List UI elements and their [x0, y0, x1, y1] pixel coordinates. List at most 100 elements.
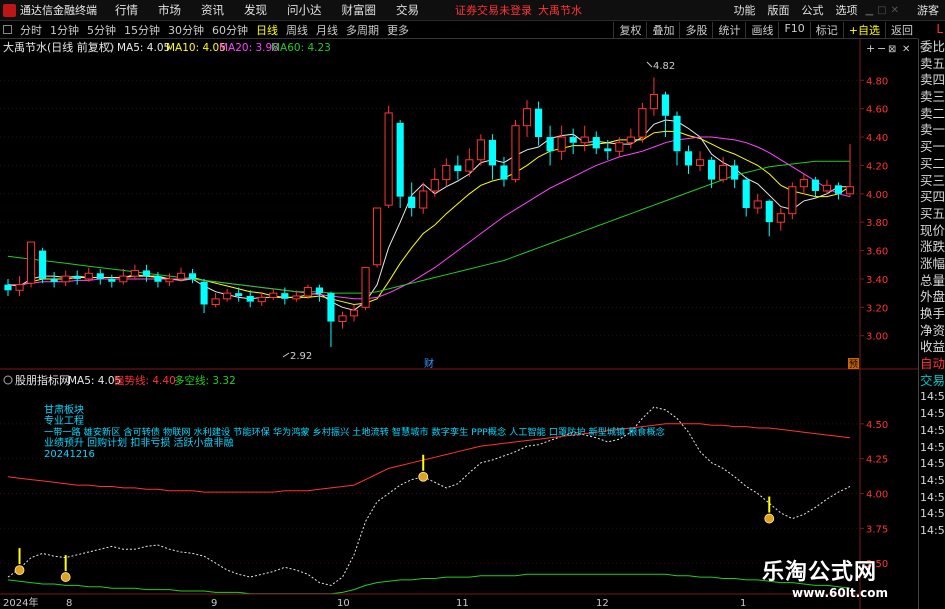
side-item-sell5[interactable]: 卖五 — [919, 56, 945, 73]
candle-body-down — [108, 278, 116, 282]
overlay-button[interactable]: 叠加 — [646, 21, 679, 38]
candle-body-down — [604, 148, 612, 152]
side-item-buy1[interactable]: 买一 — [919, 139, 945, 156]
side-item-turnover[interactable]: 换手 — [919, 306, 945, 323]
login-status: 证券交易未登录 — [455, 4, 532, 17]
candle — [580, 125, 589, 152]
side-item-net-asset[interactable]: 净资 — [919, 323, 945, 340]
side-item-volume[interactable]: 总量 — [919, 273, 945, 290]
candle — [246, 290, 254, 308]
L-indicator: L — [936, 22, 943, 36]
x-label-12: 12 — [596, 598, 609, 609]
draw-line-button[interactable]: 画线 — [745, 21, 778, 38]
tick-time: 14:56 — [920, 457, 945, 471]
financial-marker[interactable]: 财 — [424, 357, 434, 370]
sub-line-多空线 — [7, 573, 851, 595]
candle — [338, 311, 347, 329]
period-tab-daily[interactable]: 日线 — [252, 22, 282, 38]
period-tab-60min[interactable]: 60分钟 — [208, 22, 252, 38]
long-short-line-label: 多空线: 3.32 — [174, 374, 236, 387]
candle — [522, 100, 532, 138]
candle-body-down — [834, 185, 843, 194]
menu-discover[interactable]: 发现 — [234, 2, 277, 18]
x-label-10: 10 — [337, 598, 350, 609]
side-item-buy5[interactable]: 买五 — [919, 206, 945, 223]
period-tab-more[interactable]: 更多 — [383, 22, 413, 38]
side-item-price[interactable]: 现价 — [919, 223, 945, 240]
close-icon[interactable]: ✕ — [889, 5, 901, 16]
period-tab-monthly[interactable]: 月线 — [312, 22, 342, 38]
menu-formula[interactable]: 公式 — [795, 2, 829, 18]
period-tab-intraday[interactable]: 分时 — [16, 22, 46, 38]
ma20-label: MA20: 3.98 — [219, 42, 279, 54]
candle — [419, 182, 428, 214]
panel-toggle-icon[interactable] — [3, 25, 12, 34]
candle-body-up — [580, 136, 589, 144]
add-watchlist-button[interactable]: +自选 — [842, 21, 885, 38]
side-item-buy2[interactable]: 买二 — [919, 156, 945, 173]
candle-body-down — [281, 293, 289, 299]
multi-stock-button[interactable]: 多股 — [679, 21, 712, 38]
zoom-in-icon[interactable]: + — [866, 42, 875, 55]
side-item-auto[interactable]: 自动 — [919, 356, 945, 373]
candle-body-down — [188, 273, 197, 279]
period-tab-15min[interactable]: 15分钟 — [120, 22, 164, 38]
side-item-change[interactable]: 涨跌 — [919, 239, 945, 256]
maximize-icon[interactable]: □ — [875, 5, 888, 16]
side-item-buy3[interactable]: 买三 — [919, 173, 945, 190]
candle-body-up — [615, 142, 624, 152]
side-item-sell4[interactable]: 卖四 — [919, 72, 945, 89]
side-item-sell2[interactable]: 卖二 — [919, 106, 945, 123]
period-tab-5min[interactable]: 5分钟 — [83, 22, 120, 38]
candle — [488, 134, 497, 180]
candle-body-down — [142, 270, 150, 277]
panel-config-icon[interactable]: ⊠ — [888, 44, 896, 55]
candle — [661, 91, 670, 138]
menu-ask[interactable]: 问小达 — [277, 2, 332, 18]
side-item-sell3[interactable]: 卖三 — [919, 89, 945, 106]
ma10-label: MA10: 4.05 — [166, 42, 226, 54]
side-item-outer[interactable]: 外盘 — [919, 289, 945, 306]
candle — [753, 193, 762, 214]
candle — [834, 182, 843, 200]
menu-layout[interactable]: 版面 — [761, 2, 795, 18]
menu-trade[interactable]: 交易 — [386, 2, 429, 18]
period-tab-30min[interactable]: 30分钟 — [164, 22, 208, 38]
side-item-buy4[interactable]: 买四 — [919, 189, 945, 206]
f10-button[interactable]: F10 — [778, 21, 809, 38]
candle — [211, 293, 220, 308]
sub-settings-gear-icon[interactable] — [3, 375, 13, 385]
candle-body-up — [419, 190, 428, 209]
period-tab-1min[interactable]: 1分钟 — [46, 22, 83, 38]
side-item-earnings[interactable]: 收益 — [919, 339, 945, 356]
candle — [557, 125, 566, 160]
adjust-button[interactable]: 复权 — [613, 21, 646, 38]
statistics-button[interactable]: 统计 — [712, 21, 745, 38]
menu-quotes[interactable]: 行情 — [105, 2, 148, 18]
candle — [200, 278, 208, 314]
side-item-change-pct[interactable]: 涨幅 — [919, 256, 945, 273]
forecast-marker[interactable]: 预 — [849, 359, 858, 370]
sub-text-line-2: 专业工程 — [44, 414, 84, 427]
guest-label[interactable]: 游客 — [901, 2, 945, 18]
period-tab-multi[interactable]: 多周期 — [342, 22, 383, 38]
chart-area[interactable]: 大禹节水(日线 前复权) MA5: 4.05 MA10: 4.05 MA20: … — [0, 39, 918, 609]
back-button[interactable]: 返回 — [885, 21, 918, 38]
menu-news[interactable]: 资讯 — [191, 2, 234, 18]
ma60-label: MA60: 4.23 — [271, 42, 331, 54]
panel-close-icon[interactable]: ✕ — [902, 44, 910, 55]
menu-options[interactable]: 选项 — [829, 2, 863, 18]
side-item-trade[interactable]: 交易 — [919, 373, 945, 390]
minimize-icon[interactable]: ▁ — [863, 5, 875, 16]
zoom-out-icon[interactable]: − — [877, 42, 886, 55]
side-item-weibi[interactable]: 委比 — [919, 39, 945, 56]
candle-body-down — [731, 165, 739, 180]
watermark-title: 乐淘公式网 — [762, 560, 878, 585]
menu-wealth[interactable]: 财富圈 — [332, 2, 387, 18]
tick-time: 14:56 — [920, 423, 945, 437]
mark-button[interactable]: 标记 — [809, 21, 843, 38]
menu-market[interactable]: 市场 — [148, 2, 191, 18]
period-tab-weekly[interactable]: 周线 — [282, 22, 312, 38]
menu-function[interactable]: 功能 — [727, 2, 761, 18]
side-item-sell1[interactable]: 卖一 — [919, 122, 945, 139]
